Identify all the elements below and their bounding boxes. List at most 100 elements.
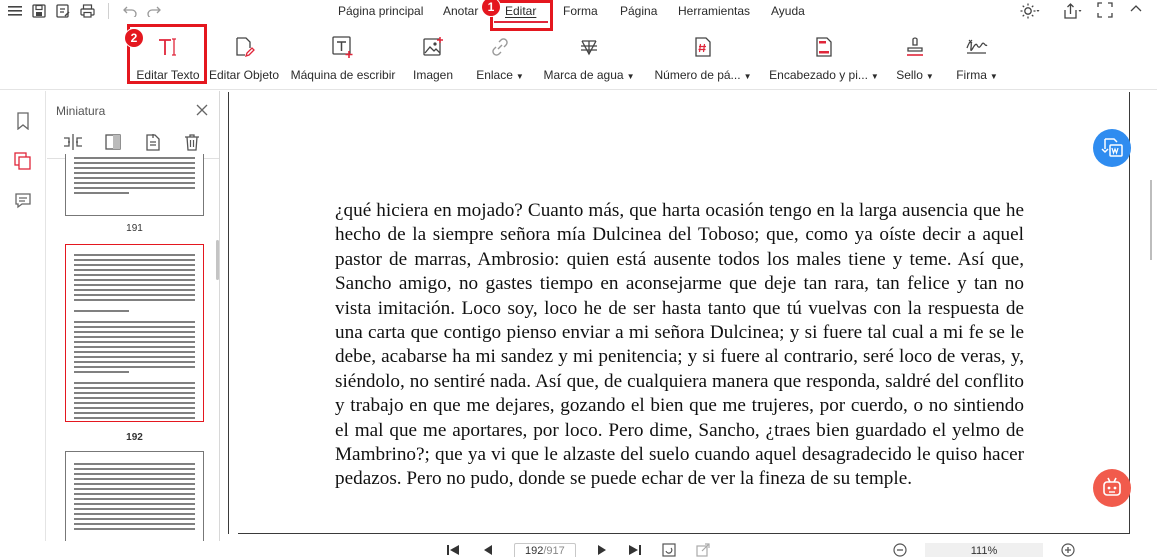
image-icon xyxy=(420,34,446,60)
thumb-line xyxy=(74,478,195,480)
share-page-icon[interactable] xyxy=(696,543,710,557)
thumb-line xyxy=(74,284,195,286)
undo-icon[interactable] xyxy=(121,2,139,20)
bookmark-icon[interactable] xyxy=(13,111,33,131)
menu-anotar[interactable]: Anotar xyxy=(443,4,478,18)
menu-herramientas[interactable]: Herramientas xyxy=(678,4,750,18)
thumb-spacer xyxy=(66,245,203,251)
thumb-line xyxy=(74,366,195,368)
thumbnails-icon[interactable] xyxy=(13,151,33,171)
print-icon[interactable] xyxy=(78,2,96,20)
header-footer-label: Encabezado y pi... xyxy=(769,68,868,82)
edit-object-button[interactable]: Editar Objeto xyxy=(208,34,280,82)
thumbnail-page-192[interactable] xyxy=(65,244,204,422)
next-page-icon[interactable] xyxy=(595,543,609,557)
stamp-button[interactable]: Sello ▼ xyxy=(895,34,935,82)
thumb-line xyxy=(74,468,195,470)
thumbnail-page-number: 192 xyxy=(126,432,143,443)
page-number-icon xyxy=(690,34,716,60)
typewriter-button[interactable]: Máquina de escribir xyxy=(291,34,395,82)
save-icon[interactable] xyxy=(30,2,48,20)
close-icon[interactable] xyxy=(195,103,209,117)
typewriter-label: Máquina de escribir xyxy=(290,68,396,82)
fullscreen-icon[interactable] xyxy=(1097,2,1113,18)
signature-button[interactable]: Firma ▼ xyxy=(955,34,999,82)
edit-object-icon xyxy=(231,34,257,60)
page-number-label-wrap: Número de pá... ▼ xyxy=(655,68,752,82)
thumb-line xyxy=(74,346,195,348)
thumb-spacer xyxy=(66,452,203,460)
stamp-dropdown-caret: ▼ xyxy=(925,72,934,81)
extract-page-icon[interactable] xyxy=(143,132,163,152)
thumb-line xyxy=(74,192,129,194)
document-scrollbar-thumb[interactable] xyxy=(1150,180,1152,260)
image-button[interactable]: Imagen xyxy=(411,34,455,82)
thumbnail-page-191[interactable] xyxy=(65,154,204,216)
thumbnail-panel-title: Miniatura xyxy=(56,104,106,118)
first-page-icon[interactable] xyxy=(446,543,460,557)
thumb-line xyxy=(74,473,195,475)
thumb-line xyxy=(74,254,195,256)
signature-icon xyxy=(964,34,990,60)
page-number-input[interactable]: 192/917 xyxy=(514,543,576,557)
menu-pagina-principal[interactable]: Página principal xyxy=(338,4,423,18)
thumbnail-scrollbar[interactable] xyxy=(216,240,219,280)
current-page: 192 xyxy=(525,545,544,557)
thumb-line xyxy=(74,264,195,266)
menu-pagina[interactable]: Página xyxy=(620,4,657,18)
convert-to-word-button[interactable] xyxy=(1093,129,1131,167)
thumb-line xyxy=(74,187,195,189)
rotate-view-icon[interactable] xyxy=(662,543,676,557)
collapse-ribbon-icon[interactable] xyxy=(1129,2,1143,16)
thumb-line xyxy=(74,483,195,485)
thumb-line xyxy=(74,463,195,465)
zoom-out-icon[interactable] xyxy=(893,543,907,557)
zoom-in-icon[interactable] xyxy=(1061,543,1075,557)
thumb-line xyxy=(74,336,195,338)
header-footer-button[interactable]: Encabezado y pi... ▼ xyxy=(769,34,879,82)
save-as-icon[interactable] xyxy=(54,2,72,20)
thumb-line xyxy=(74,341,195,343)
thumb-line xyxy=(74,518,195,520)
comments-icon[interactable] xyxy=(13,191,33,211)
typewriter-icon xyxy=(330,34,356,60)
link-button[interactable]: Enlace ▼ xyxy=(475,34,525,82)
page-body-text[interactable]: ¿qué hiciera en mojado? Cuanto más, que … xyxy=(335,199,1024,492)
thumbnail-page-number: 191 xyxy=(126,223,143,234)
page-number-button[interactable]: Número de pá... ▼ xyxy=(654,34,752,82)
header-footer-icon xyxy=(811,34,837,60)
split-page-icon[interactable] xyxy=(103,132,123,152)
link-dropdown-caret: ▼ xyxy=(515,72,524,81)
delete-page-icon[interactable] xyxy=(182,132,202,152)
thumbnail-panel: Miniatura 191 192 xyxy=(47,91,220,557)
watermark-button[interactable]: Marca de agua ▼ xyxy=(543,34,635,82)
thumb-line xyxy=(74,162,195,164)
menu-ayuda[interactable]: Ayuda xyxy=(771,4,805,18)
ai-assistant-button[interactable] xyxy=(1093,469,1131,507)
status-bar: 192/917 111% xyxy=(0,541,1157,557)
previous-page-icon[interactable] xyxy=(481,543,495,557)
document-view[interactable]: ¿qué hiciera en mojado? Cuanto más, que … xyxy=(221,91,1157,541)
thumb-line xyxy=(74,392,195,394)
zoom-level[interactable]: 111% xyxy=(925,543,1043,557)
page-number-label: Número de pá... xyxy=(654,68,741,82)
left-sidebar-rail xyxy=(0,91,46,557)
insert-page-icon[interactable] xyxy=(63,132,83,152)
thumb-line xyxy=(74,361,195,363)
thumb-line xyxy=(74,294,195,296)
total-pages: /917 xyxy=(543,545,565,557)
quick-access-toolbar xyxy=(6,2,163,20)
pdf-page: ¿qué hiciera en mojado? Cuanto más, que … xyxy=(228,92,1130,534)
menu-icon[interactable] xyxy=(6,2,24,20)
menu-forma[interactable]: Forma xyxy=(563,4,598,18)
document-scrollbar[interactable] xyxy=(1143,91,1157,541)
annotation-badge-2: 2 xyxy=(124,28,144,48)
thumb-line xyxy=(74,274,195,276)
theme-icon[interactable] xyxy=(1020,2,1040,20)
thumb-line xyxy=(74,387,195,389)
top-menu-bar: Página principal Anotar Editar Forma Pág… xyxy=(0,0,1157,24)
redo-icon[interactable] xyxy=(145,2,163,20)
share-icon[interactable] xyxy=(1063,2,1083,20)
thumb-line xyxy=(74,523,195,525)
last-page-icon[interactable] xyxy=(628,543,642,557)
